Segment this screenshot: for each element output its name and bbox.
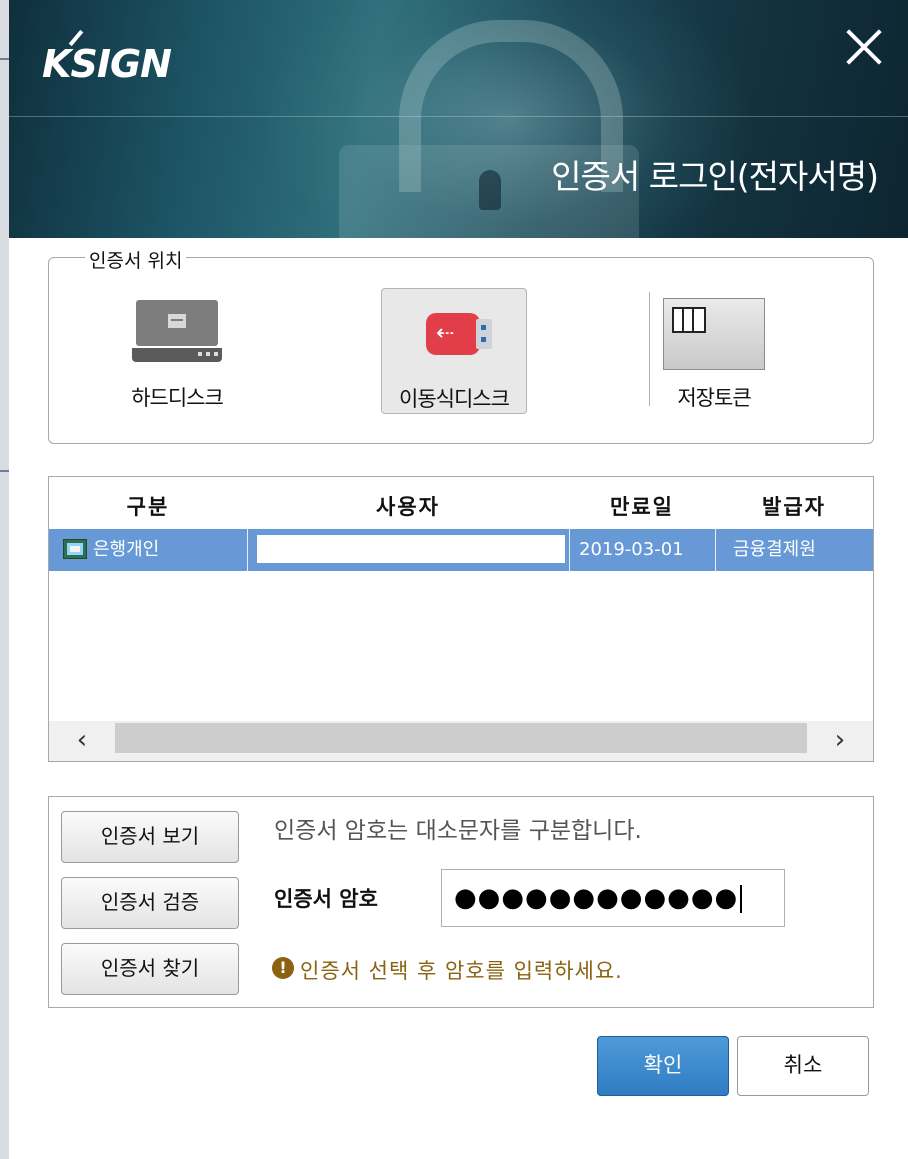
location-label: 하드디스크 (131, 386, 224, 410)
cell-type: 은행개인 (93, 539, 160, 560)
scroll-left-icon[interactable]: ‹ (49, 721, 115, 761)
location-legend: 인증서 위치 (85, 246, 187, 273)
exclamation-icon: ! (272, 957, 294, 979)
find-certificate-button[interactable]: 인증서 찾기 (61, 943, 239, 995)
location-label: 이동식디스크 (399, 387, 510, 411)
text-caret (740, 884, 743, 913)
verify-certificate-button[interactable]: 인증서 검증 (61, 877, 239, 929)
location-hard-disk-button[interactable]: 하드디스크 (107, 288, 247, 412)
scroll-right-icon[interactable]: › (807, 721, 873, 761)
dialog-title: 인증서 로그인(전자서명) (551, 157, 879, 196)
location-label: 저장토큰 (677, 386, 751, 410)
ksign-logo: KSIGN (42, 42, 172, 86)
security-token-icon (663, 298, 765, 370)
column-header-type[interactable]: 구분 (49, 491, 247, 521)
certificate-list: 구분 사용자 만료일 발급자 은행개인 2019-03-01 금융결제원 ‹ › (48, 476, 874, 762)
password-input[interactable]: ●●●●●●●●●●●● (441, 869, 785, 927)
column-header-user[interactable]: 사용자 (247, 491, 569, 521)
cell-issuer: 금융결제원 (733, 539, 816, 560)
cell-expiry: 2019-03-01 (579, 539, 684, 560)
password-masked-value: ●●●●●●●●●●●● (454, 883, 739, 913)
scrollbar-thumb[interactable] (115, 723, 807, 753)
view-certificate-button[interactable]: 인증서 보기 (61, 811, 239, 863)
cell-user (257, 535, 565, 563)
certificate-location-group: 인증서 위치 하드디스크 ⇠ 이동식디스크 저장토큰 (48, 246, 874, 444)
horizontal-scrollbar[interactable]: ‹ › (49, 721, 873, 761)
hard-disk-icon (132, 300, 222, 370)
password-warning: 인증서 선택 후 암호를 입력하세요. (300, 959, 623, 983)
column-header-issuer[interactable]: 발급자 (715, 491, 873, 521)
keyhole-graphic (479, 170, 501, 210)
certificate-login-dialog: KSIGN 인증서 로그인(전자서명) 인증서 위치 하드디스크 ⇠ 이동식디스… (9, 0, 908, 1159)
table-row[interactable]: 은행개인 2019-03-01 금융결제원 (49, 529, 873, 571)
dialog-header: KSIGN 인증서 로그인(전자서명) (9, 0, 908, 238)
location-removable-disk-button[interactable]: ⇠ 이동식디스크 (381, 288, 527, 414)
column-header-expiry[interactable]: 만료일 (569, 491, 715, 521)
password-label: 인증서 암호 (274, 887, 378, 911)
background-page-edge (0, 0, 9, 1159)
close-icon[interactable] (842, 24, 886, 68)
password-case-note: 인증서 암호는 대소문자를 구분합니다. (274, 818, 642, 844)
cancel-button[interactable]: 취소 (737, 1036, 869, 1096)
background-mark (0, 470, 9, 472)
ok-button[interactable]: 확인 (597, 1036, 729, 1096)
table-header: 구분 사용자 만료일 발급자 (49, 477, 873, 529)
usb-drive-icon: ⇠ (406, 301, 502, 371)
background-mark (0, 58, 9, 60)
password-section: 인증서 보기 인증서 검증 인증서 찾기 인증서 암호는 대소문자를 구분합니다… (48, 796, 874, 1008)
certificate-icon (63, 539, 87, 559)
location-security-token-button[interactable]: 저장토큰 (649, 288, 779, 412)
